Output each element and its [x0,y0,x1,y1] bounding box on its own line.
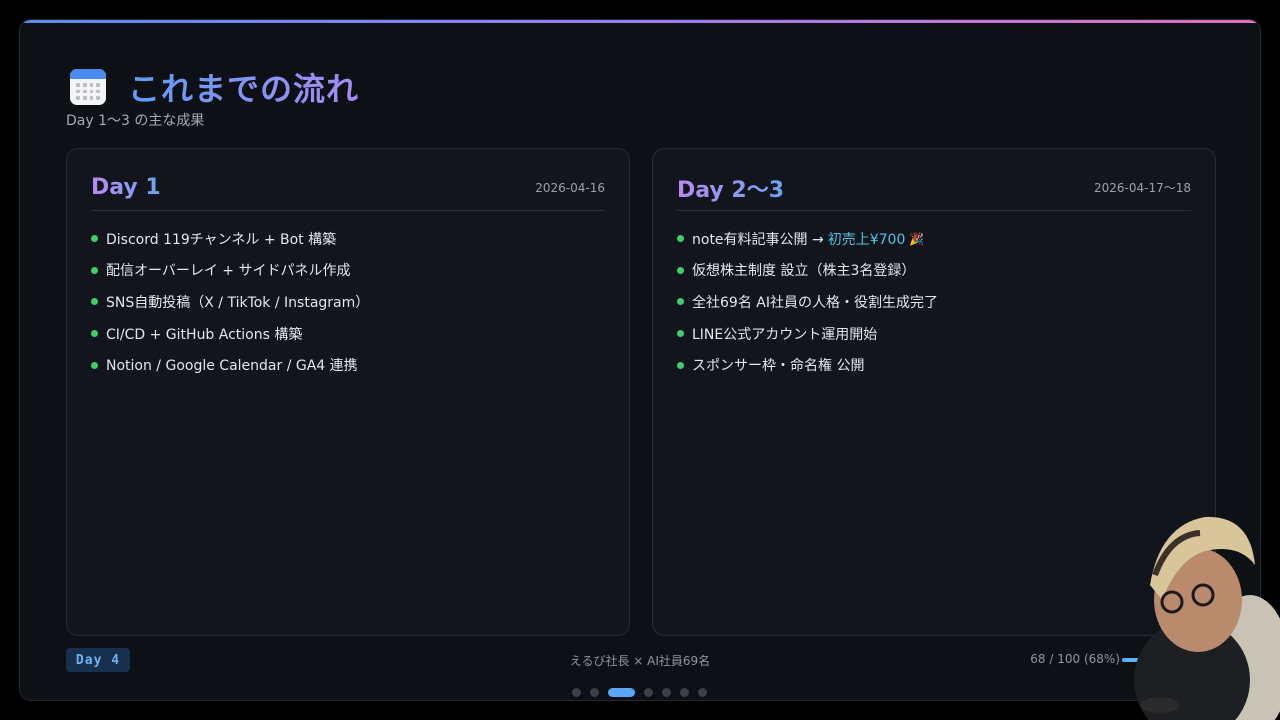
pagination-dot[interactable] [572,688,581,697]
card-date: 2026-04-17〜18 [1093,181,1191,195]
card-date: 2026-04-16 [535,180,605,195]
slide: これまでの流れ Day 1〜3 の主な成果 Day 1 2026-04-16 D… [19,19,1261,701]
day1-card: Day 1 2026-04-16 Discord 119チャンネル + Bot … [66,148,630,636]
list-item: 全社69名 AI社員の人格・役割生成完了 [677,286,938,318]
list-item: note有料記事公開 → 初売上¥700 🎉 [677,223,938,255]
list-item: LINE公式アカウント運用開始 [677,318,938,350]
party-popper-icon: 🎉 [909,231,925,246]
list-item: Notion / Google Calendar / GA4 連携 [91,349,369,381]
bullet-icon [91,330,98,338]
pagination-dot[interactable] [662,688,671,697]
card-title: Day 1 [91,175,161,200]
page-title: これまでの流れ [128,64,359,110]
pagination-dot[interactable] [590,688,599,697]
list-item: SNS自動投稿（X / TikTok / Instagram） [91,286,369,318]
list-item: 配信オーバーレイ + サイドパネル作成 [91,255,369,287]
list-item: スポンサー枠・命名権 公開 [677,349,938,381]
pagination-dot[interactable] [680,688,689,697]
calendar-icon [70,69,106,105]
page-subtitle: Day 1〜3 の主な成果 [66,113,205,129]
title-row: これまでの流れ [70,64,359,110]
card-header: Day 2〜3 2026-04-17〜18 [677,165,1191,211]
first-sale-highlight: 初売上¥700 [827,231,906,248]
bullet-icon [677,330,684,338]
bullet-icon [91,361,98,369]
bullet-icon [677,298,684,306]
bullet-icon [677,235,684,243]
bullet-icon [677,266,684,274]
bullet-icon [91,266,98,274]
bullet-icon [91,235,98,243]
pagination-dot-active[interactable] [608,688,635,697]
achievement-list: Discord 119チャンネル + Bot 構築 配信オーバーレイ + サイド… [91,223,369,381]
list-item: 仮想株主制度 設立（株主3名登録） [677,255,938,287]
bullet-icon [91,298,98,306]
top-gradient-bar [20,20,1260,23]
achievement-list: note有料記事公開 → 初売上¥700 🎉 仮想株主制度 設立（株主3名登録）… [677,223,938,381]
bullet-icon [677,361,684,369]
card-title: Day 2〜3 [677,172,784,204]
card-header: Day 1 2026-04-16 [91,165,605,211]
webcam-overlay [1134,516,1280,720]
list-item: CI/CD + GitHub Actions 構築 [91,318,369,350]
list-item: Discord 119チャンネル + Bot 構築 [91,223,369,255]
pagination-dot[interactable] [698,688,707,697]
pagination-dots [572,688,707,697]
pagination-dot[interactable] [644,688,653,697]
